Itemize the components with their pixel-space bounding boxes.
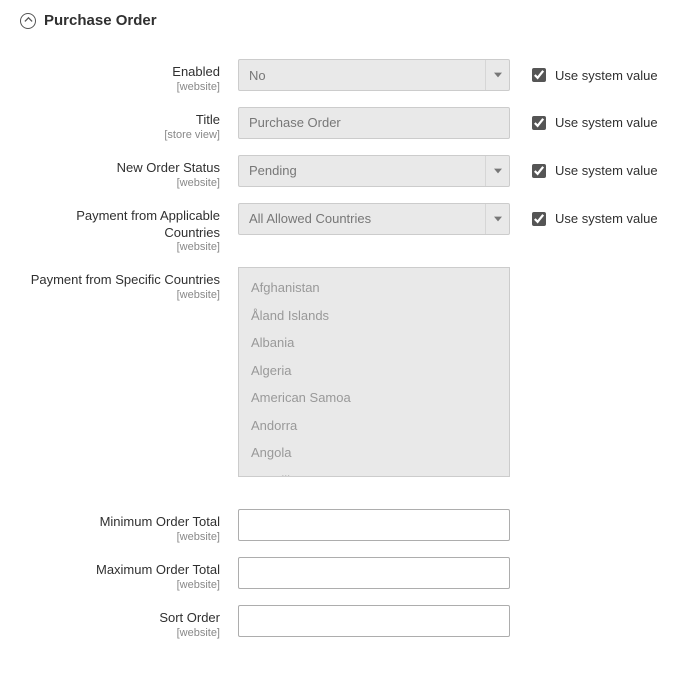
scope-website: [website] bbox=[20, 579, 220, 591]
use-system-enabled[interactable]: Use system value bbox=[510, 59, 658, 85]
use-system-title[interactable]: Use system value bbox=[510, 107, 658, 133]
row-max-total: Maximum Order Total [website] bbox=[20, 557, 680, 591]
row-applicable-countries: Payment from Applicable Countries [websi… bbox=[20, 203, 680, 254]
row-new-order-status: New Order Status [website] Pending Use s… bbox=[20, 155, 680, 189]
list-item: Angola bbox=[239, 439, 509, 467]
list-item: Albania bbox=[239, 329, 509, 357]
scope-website: [website] bbox=[20, 81, 220, 93]
enabled-value: No bbox=[249, 68, 266, 83]
sort-order-input[interactable] bbox=[238, 605, 510, 637]
use-system-checkbox[interactable] bbox=[532, 212, 546, 226]
scope-website: [website] bbox=[20, 531, 220, 543]
title-value: Purchase Order bbox=[249, 115, 341, 130]
row-enabled: Enabled [website] No Use system value bbox=[20, 59, 680, 93]
label-max-total: Maximum Order Total bbox=[20, 562, 220, 579]
applicable-countries-value: All Allowed Countries bbox=[249, 211, 371, 226]
label-new-order-status: New Order Status bbox=[20, 160, 220, 177]
collapse-icon[interactable] bbox=[20, 13, 36, 29]
label-applicable-countries: Payment from Applicable Countries bbox=[20, 208, 220, 242]
row-title: Title [store view] Purchase Order Use sy… bbox=[20, 107, 680, 141]
use-system-checkbox[interactable] bbox=[532, 116, 546, 130]
row-min-total: Minimum Order Total [website] bbox=[20, 509, 680, 543]
scope-website: [website] bbox=[20, 241, 220, 253]
section-title: Purchase Order bbox=[44, 12, 157, 29]
section-header[interactable]: Purchase Order bbox=[20, 12, 680, 29]
scope-website: [website] bbox=[20, 177, 220, 189]
applicable-countries-select: All Allowed Countries bbox=[238, 203, 510, 235]
chevron-down-icon bbox=[485, 204, 509, 234]
list-item: Anguilla bbox=[239, 467, 509, 478]
list-item: Algeria bbox=[239, 357, 509, 385]
label-min-total: Minimum Order Total bbox=[20, 514, 220, 531]
list-item: Andorra bbox=[239, 412, 509, 440]
chevron-down-icon bbox=[485, 60, 509, 90]
label-enabled: Enabled bbox=[20, 64, 220, 81]
list-item: Afghanistan bbox=[239, 274, 509, 302]
row-specific-countries: Payment from Specific Countries [website… bbox=[20, 267, 680, 477]
use-system-applicable-countries[interactable]: Use system value bbox=[510, 203, 658, 229]
enabled-select: No bbox=[238, 59, 510, 91]
use-system-checkbox[interactable] bbox=[532, 164, 546, 178]
list-item: Åland Islands bbox=[239, 302, 509, 330]
max-total-input[interactable] bbox=[238, 557, 510, 589]
label-title: Title bbox=[20, 112, 220, 129]
new-order-status-value: Pending bbox=[249, 163, 297, 178]
chevron-down-icon bbox=[485, 156, 509, 186]
row-sort-order: Sort Order [website] bbox=[20, 605, 680, 639]
label-sort-order: Sort Order bbox=[20, 610, 220, 627]
specific-countries-multiselect: AfghanistanÅland IslandsAlbaniaAlgeriaAm… bbox=[238, 267, 510, 477]
min-total-input[interactable] bbox=[238, 509, 510, 541]
new-order-status-select: Pending bbox=[238, 155, 510, 187]
scope-storeview: [store view] bbox=[20, 129, 220, 141]
title-input: Purchase Order bbox=[238, 107, 510, 139]
label-specific-countries: Payment from Specific Countries bbox=[20, 272, 220, 289]
scope-website: [website] bbox=[20, 289, 220, 301]
use-system-checkbox[interactable] bbox=[532, 68, 546, 82]
use-system-new-order-status[interactable]: Use system value bbox=[510, 155, 658, 181]
list-item: American Samoa bbox=[239, 384, 509, 412]
scope-website: [website] bbox=[20, 627, 220, 639]
